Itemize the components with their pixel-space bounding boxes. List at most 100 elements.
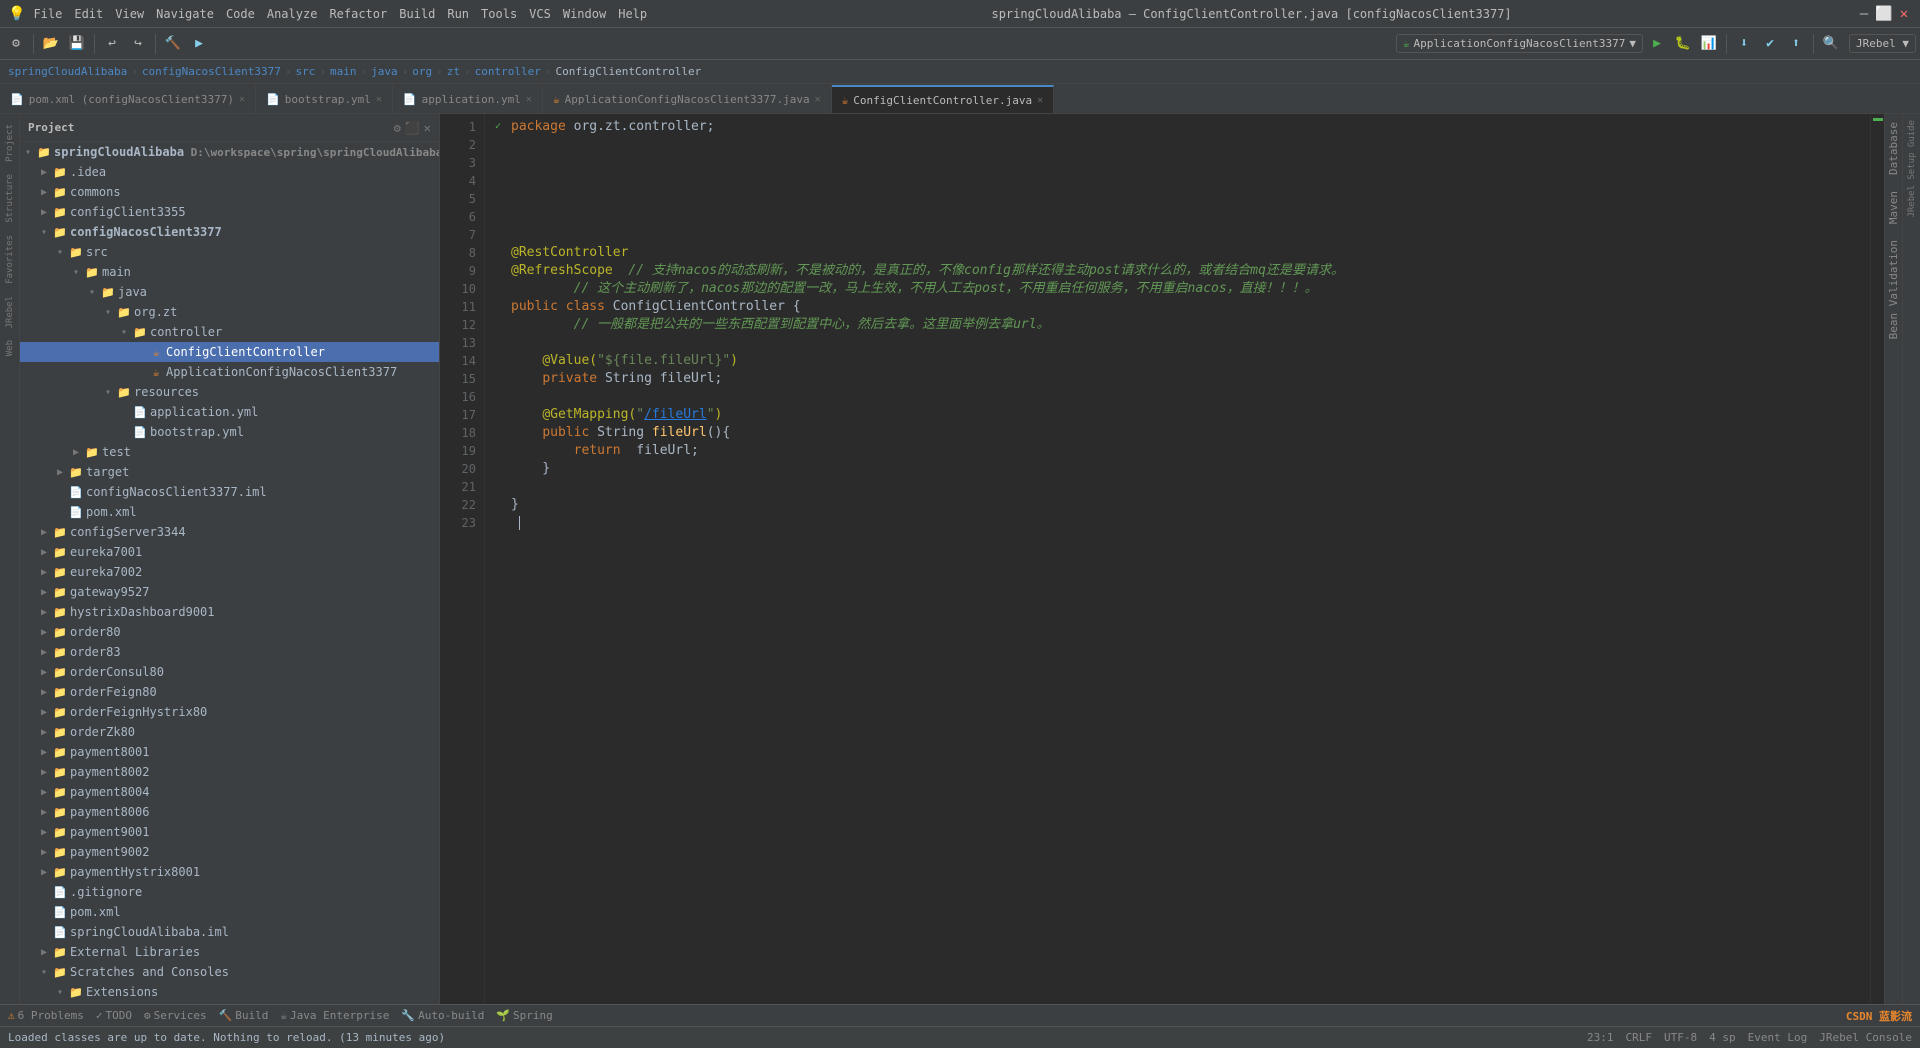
- tree-item[interactable]: ▾📁Extensions: [20, 982, 439, 1002]
- tree-arrow[interactable]: ▾: [52, 247, 68, 258]
- tree-arrow[interactable]: ▾: [36, 967, 52, 978]
- panel-close-icon[interactable]: ✕: [424, 121, 431, 135]
- vcs-push[interactable]: ⬆: [1784, 32, 1808, 56]
- todo-button[interactable]: ✓ TODO: [96, 1009, 132, 1022]
- breadcrumb-item-1[interactable]: configNacosClient3377: [142, 65, 281, 78]
- tree-item[interactable]: ▾📁java: [20, 282, 439, 302]
- tree-item[interactable]: ▶📁orderFeign80: [20, 682, 439, 702]
- breadcrumb-item-4[interactable]: java: [371, 65, 398, 78]
- tree-item[interactable]: 📄pom.xml: [20, 502, 439, 522]
- tree-item[interactable]: ▶📁.idea: [20, 162, 439, 182]
- tree-arrow[interactable]: ▶: [36, 947, 52, 958]
- menu-bar[interactable]: File Edit View Navigate Code Analyze Ref…: [33, 7, 647, 21]
- tab-pom-xml[interactable]: 📄 pom.xml (configNacosClient3377) ✕: [0, 85, 256, 113]
- breadcrumb-item-5[interactable]: org: [412, 65, 432, 78]
- tree-item[interactable]: ▾📁resources: [20, 382, 439, 402]
- tree-arrow[interactable]: ▶: [36, 747, 52, 758]
- tree-item[interactable]: ▶📁order80: [20, 622, 439, 642]
- tab-bootstrap[interactable]: 📄 bootstrap.yml ✕: [256, 85, 393, 113]
- tree-item[interactable]: ▶📁gateway9527: [20, 582, 439, 602]
- search-everywhere[interactable]: 🔍: [1819, 32, 1843, 56]
- tab-close-configclient[interactable]: ✕: [1037, 95, 1043, 106]
- toolbar-build-run[interactable]: ▶: [187, 32, 211, 56]
- auto-build-button[interactable]: 🔧 Auto-build: [401, 1009, 484, 1022]
- breadcrumb-item-3[interactable]: main: [330, 65, 357, 78]
- tree-item[interactable]: ▶📁orderFeignHystrix80: [20, 702, 439, 722]
- tree-arrow[interactable]: ▶: [36, 547, 52, 558]
- breadcrumb-item-7[interactable]: controller: [475, 65, 541, 78]
- tree-item[interactable]: ▾📁configNacosClient3377: [20, 222, 439, 242]
- breadcrumb-item-2[interactable]: src: [296, 65, 316, 78]
- tree-arrow[interactable]: ▶: [36, 667, 52, 678]
- right-tab-maven[interactable]: Maven: [1885, 183, 1902, 232]
- breadcrumb-item-8[interactable]: ConfigClientController: [556, 65, 702, 78]
- tree-arrow[interactable]: ▶: [36, 767, 52, 778]
- build-button[interactable]: 🔨 Build: [219, 1009, 269, 1022]
- menu-item-build[interactable]: Build: [399, 7, 435, 21]
- tree-item[interactable]: ▶📁External Libraries: [20, 942, 439, 962]
- tree-item[interactable]: ▶📁payment8006: [20, 802, 439, 822]
- right-tab-database[interactable]: Database: [1885, 114, 1902, 183]
- tree-item[interactable]: ▾📁Scratches and Consoles: [20, 962, 439, 982]
- tree-item[interactable]: ▶📁order83: [20, 642, 439, 662]
- menu-item-tools[interactable]: Tools: [481, 7, 517, 21]
- tab-close-pom[interactable]: ✕: [239, 94, 245, 105]
- tree-item[interactable]: ▾📁org.zt: [20, 302, 439, 322]
- line-ending[interactable]: CRLF: [1626, 1031, 1653, 1044]
- debug-button[interactable]: 🐛: [1671, 32, 1695, 56]
- menu-item-code[interactable]: Code: [226, 7, 255, 21]
- jrebel-config[interactable]: JRebel ▼: [1849, 34, 1916, 53]
- breadcrumb-item-0[interactable]: springCloudAlibaba: [8, 65, 127, 78]
- tree-arrow[interactable]: ▾: [100, 387, 116, 398]
- tree-arrow[interactable]: ▶: [36, 207, 52, 218]
- tree-item[interactable]: 📄application.yml: [20, 402, 439, 422]
- menu-item-vcs[interactable]: VCS: [529, 7, 551, 21]
- run-button[interactable]: ▶: [1645, 32, 1669, 56]
- right-tab-jrebel-setup[interactable]: JRebel Setup Guide: [1905, 114, 1919, 224]
- tree-item[interactable]: ▶📁hystrixDashboard9001: [20, 602, 439, 622]
- left-tab-web[interactable]: Web: [2, 334, 18, 362]
- menu-item-navigate[interactable]: Navigate: [156, 7, 214, 21]
- java-enterprise-button[interactable]: ☕ Java Enterprise: [280, 1009, 389, 1022]
- maximize-button[interactable]: ⬜: [1876, 6, 1892, 22]
- menu-item-run[interactable]: Run: [447, 7, 469, 21]
- tree-item[interactable]: ▾📁springCloudAlibaba D:\workspace\spring…: [20, 142, 439, 162]
- tree-item[interactable]: ▾📁src: [20, 242, 439, 262]
- indent-info[interactable]: 4 sp: [1709, 1031, 1736, 1044]
- tree-arrow[interactable]: ▶: [36, 727, 52, 738]
- menu-item-view[interactable]: View: [115, 7, 144, 21]
- left-tab-structure[interactable]: Structure: [2, 168, 18, 229]
- tree-arrow[interactable]: ▶: [36, 627, 52, 638]
- tree-arrow[interactable]: ▶: [68, 447, 84, 458]
- tree-arrow[interactable]: ▶: [36, 847, 52, 858]
- panel-expand-icon[interactable]: ⬛: [405, 121, 420, 135]
- tree-arrow[interactable]: ▾: [100, 307, 116, 318]
- left-tab-jrebel[interactable]: JRebel: [2, 290, 18, 335]
- tree-arrow[interactable]: ▶: [36, 827, 52, 838]
- tree-item[interactable]: ▾📁main: [20, 262, 439, 282]
- toolbar-open-file[interactable]: 📂: [39, 32, 63, 56]
- tree-item[interactable]: ▶📁orderConsul80: [20, 662, 439, 682]
- tree-arrow[interactable]: ▶: [36, 787, 52, 798]
- tree-arrow[interactable]: ▾: [36, 227, 52, 238]
- left-tab-favorites[interactable]: Favorites: [2, 229, 18, 290]
- tab-close-bootstrap[interactable]: ✕: [376, 94, 382, 105]
- tree-item[interactable]: 📄pom.xml: [20, 902, 439, 922]
- toolbar-save[interactable]: 💾: [65, 32, 89, 56]
- tree-arrow[interactable]: ▶: [36, 687, 52, 698]
- tree-arrow[interactable]: ▶: [36, 867, 52, 878]
- toolbar-undo[interactable]: ↩: [100, 32, 124, 56]
- toolbar-settings[interactable]: ⚙: [4, 32, 28, 56]
- menu-item-analyze[interactable]: Analyze: [267, 7, 318, 21]
- tree-arrow[interactable]: ▶: [36, 607, 52, 618]
- menu-item-refactor[interactable]: Refactor: [329, 7, 387, 21]
- tree-item[interactable]: ▶📁configClient3355: [20, 202, 439, 222]
- tree-arrow[interactable]: ▾: [68, 267, 84, 278]
- tree-item[interactable]: ▶📁paymentHystrix8001: [20, 862, 439, 882]
- tree-arrow[interactable]: ▶: [36, 807, 52, 818]
- tree-arrow[interactable]: ▶: [36, 167, 52, 178]
- jrebel-console-button[interactable]: JRebel Console: [1819, 1031, 1912, 1044]
- menu-item-file[interactable]: File: [33, 7, 62, 21]
- tree-item[interactable]: ▶📁payment9001: [20, 822, 439, 842]
- panel-gear-icon[interactable]: ⚙: [394, 121, 401, 135]
